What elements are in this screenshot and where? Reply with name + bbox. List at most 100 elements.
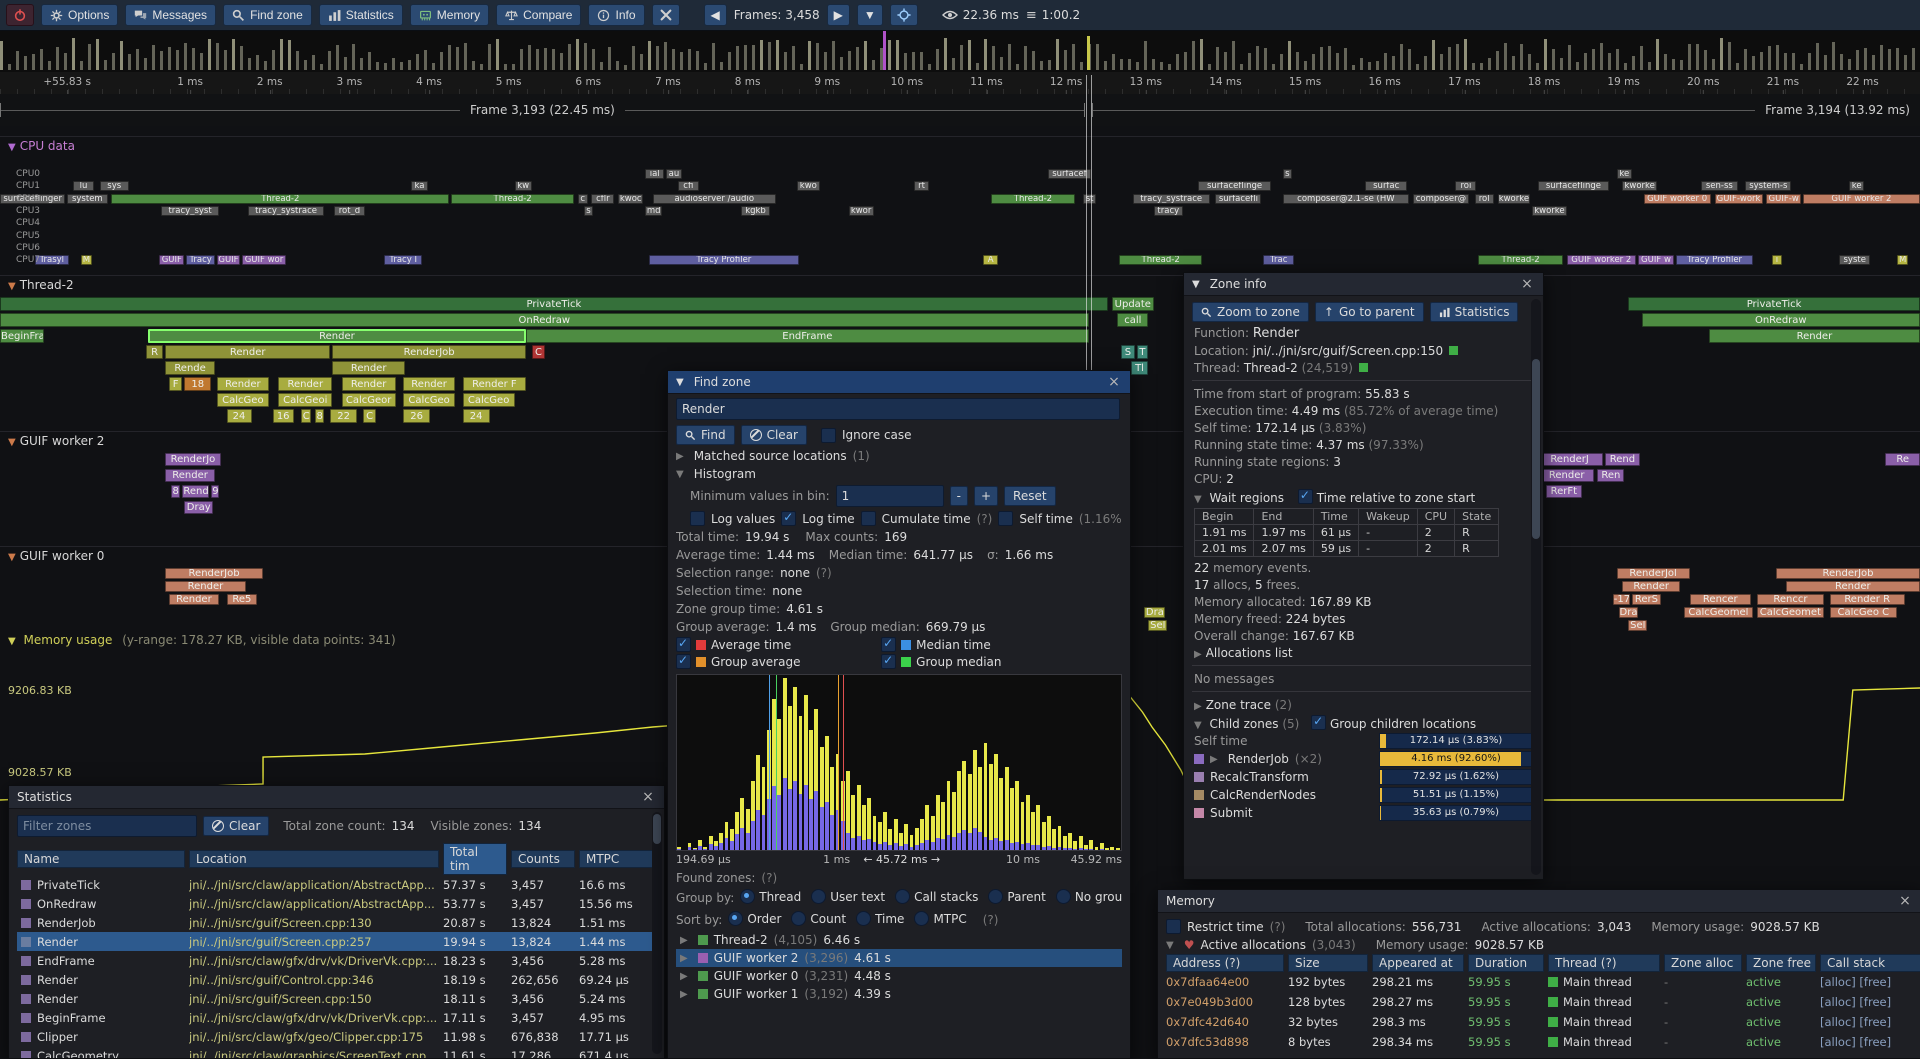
- timeline-zone[interactable]: RenderJob: [332, 345, 526, 359]
- alloc-appeared[interactable]: 298.21 ms: [1372, 975, 1464, 989]
- frame-time-bar[interactable]: [560, 53, 563, 70]
- cpu-zone[interactable]: tracy_syst: [161, 206, 219, 216]
- frame-time-bar[interactable]: [728, 52, 731, 70]
- frame-time-bar[interactable]: [1168, 64, 1171, 70]
- filter-zones-input[interactable]: [17, 815, 197, 837]
- frame-time-bar[interactable]: [32, 54, 35, 70]
- cpu-zone[interactable]: composer@2.1-se (HW: [1283, 194, 1410, 204]
- expand-icon[interactable]: ▶: [1210, 754, 1218, 765]
- timeline-zone[interactable]: CalcGeoi: [278, 393, 332, 407]
- frame-time-bar[interactable]: [536, 49, 539, 70]
- frame-time-bar[interactable]: [1632, 56, 1635, 70]
- frame-time-bar[interactable]: [1456, 44, 1459, 70]
- frame-time-bar[interactable]: [1848, 59, 1851, 70]
- frame-time-bar[interactable]: [848, 51, 851, 70]
- frame-time-bar[interactable]: [1248, 53, 1251, 70]
- frame-time-bar[interactable]: [1864, 48, 1867, 70]
- cpu-zone[interactable]: Tracy I: [384, 255, 422, 265]
- timeline-zone[interactable]: Re5: [227, 594, 258, 605]
- cpu-zone[interactable]: cfi: [678, 181, 699, 191]
- frame-time-bar[interactable]: [272, 50, 275, 70]
- collapse-icon[interactable]: ▼: [8, 552, 16, 563]
- cpu-zone[interactable]: tracy_systrace: [248, 206, 325, 216]
- frame-time-bar[interactable]: [80, 61, 83, 70]
- frame-time-bar[interactable]: [416, 54, 419, 71]
- table-row[interactable]: Clipperjni/../jni/src/claw/gfx/geo/Clipp…: [17, 1027, 656, 1046]
- frame-time-bar[interactable]: [1824, 55, 1827, 70]
- frame-time-bar[interactable]: [1392, 56, 1395, 70]
- frame-time-bar[interactable]: [64, 53, 67, 70]
- frame-time-bar[interactable]: [160, 51, 163, 70]
- frame-time-bar[interactable]: [1504, 43, 1507, 70]
- frame-time-bar[interactable]: [1096, 44, 1099, 70]
- frame-time-bar[interactable]: [576, 39, 579, 70]
- expand-icon[interactable]: ▶: [1194, 701, 1202, 712]
- cpu-zone[interactable]: GUIF worker 0: [1644, 194, 1711, 204]
- alloc-address[interactable]: 0x7dfc53d898: [1166, 1035, 1284, 1049]
- timeline-zone[interactable]: 16: [273, 409, 294, 423]
- timeline-zone[interactable]: F: [169, 377, 182, 391]
- frame-time-bar[interactable]: [136, 49, 139, 70]
- cpu-zone[interactable]: sen-ss: [1701, 181, 1737, 191]
- active-allocations-label[interactable]: Active allocations: [1200, 938, 1306, 952]
- frame-time-bar[interactable]: [256, 55, 259, 70]
- alloc-callstack-link[interactable]: [alloc]: [1820, 1035, 1856, 1049]
- frame-time-bar[interactable]: [1480, 63, 1483, 70]
- timeline-zone[interactable]: Ren: [1597, 469, 1624, 482]
- timeline-zone[interactable]: 24: [463, 409, 490, 423]
- table-row[interactable]: Renderjni/../jni/src/guif/Screen.cpp:150…: [17, 989, 656, 1008]
- frame-time-bar[interactable]: [1016, 64, 1019, 70]
- frame-time-bar[interactable]: [1032, 51, 1035, 70]
- frame-time-bar[interactable]: [1640, 46, 1643, 70]
- frame-time-bar[interactable]: [360, 58, 363, 70]
- frame-time-bar[interactable]: [1184, 52, 1187, 70]
- frame-time-bar[interactable]: [952, 58, 955, 70]
- timeline-zone[interactable]: OnRedraw: [0, 313, 1089, 327]
- frame-time-bar[interactable]: [1464, 39, 1467, 70]
- cpu-zone[interactable]: GUIF wor: [242, 255, 286, 265]
- alloc-appeared[interactable]: 298.3 ms: [1372, 1015, 1464, 1029]
- cpu-zone[interactable]: M: [1897, 255, 1909, 265]
- frame-time-bar[interactable]: [1192, 41, 1195, 70]
- frame-time-bar[interactable]: [1264, 48, 1267, 70]
- frame-time-bar[interactable]: [232, 39, 235, 70]
- timeline-zone[interactable]: Rend: [182, 485, 209, 498]
- frame-time-bar[interactable]: [928, 64, 931, 70]
- frame-time-bar[interactable]: [1112, 54, 1115, 70]
- frames-bar[interactable]: Frame 3,193 (22.45 ms) Frame 3,194 (13.9…: [0, 94, 1920, 126]
- frame-time-bar[interactable]: [792, 46, 795, 70]
- group-by-parent[interactable]: Parent: [988, 889, 1045, 904]
- frame-time-bar[interactable]: [1896, 48, 1899, 70]
- timeline-zone[interactable]: 9: [211, 485, 219, 498]
- expand-icon[interactable]: ▶: [676, 451, 684, 462]
- timeline-zone[interactable]: Dra: [1619, 607, 1638, 618]
- column-header-call-stack[interactable]: Call stack: [1820, 954, 1920, 972]
- timeline-zone[interactable]: C: [532, 345, 545, 359]
- statistics-titlebar[interactable]: Statistics ×: [9, 786, 664, 809]
- cpu-zone[interactable]: Trac: [1263, 255, 1294, 265]
- tools-button[interactable]: [652, 4, 680, 26]
- cpu-zone[interactable]: GUIF worker 2: [1567, 255, 1636, 265]
- collapse-icon[interactable]: ▼: [8, 636, 16, 647]
- timeline-zone[interactable]: -17: [1613, 594, 1630, 605]
- frame-time-bar[interactable]: [144, 58, 147, 71]
- zone-search-input[interactable]: [676, 398, 1120, 420]
- frame-time-bar[interactable]: [640, 54, 643, 70]
- frame-time-bar[interactable]: [992, 46, 995, 70]
- self-time-checkbox[interactable]: [998, 511, 1013, 526]
- frame-time-bar[interactable]: [1784, 53, 1787, 70]
- close-icon[interactable]: ×: [1519, 276, 1535, 292]
- frame-time-bar[interactable]: [1528, 54, 1531, 70]
- cpu-zone[interactable]: ka: [411, 181, 428, 191]
- cpu-zone[interactable]: rol: [1475, 194, 1494, 204]
- zone-location[interactable]: jni/../jni/src/guif/Screen.cpp:150: [1253, 344, 1444, 358]
- frame-time-bar[interactable]: [896, 40, 899, 70]
- zoom-to-zone-button[interactable]: Zoom to zone: [1192, 302, 1309, 322]
- cpu-zone[interactable]: surfaceflinge: [1198, 181, 1271, 191]
- frame-time-bar[interactable]: [1592, 49, 1595, 70]
- timeline-zone[interactable]: BeginFrame: [0, 329, 44, 343]
- frame-time-bar[interactable]: [1312, 54, 1315, 70]
- frame-time-bar[interactable]: [584, 43, 587, 70]
- frame-time-bar[interactable]: [128, 54, 131, 70]
- alloc-callstack-link[interactable]: [alloc]: [1820, 1015, 1856, 1029]
